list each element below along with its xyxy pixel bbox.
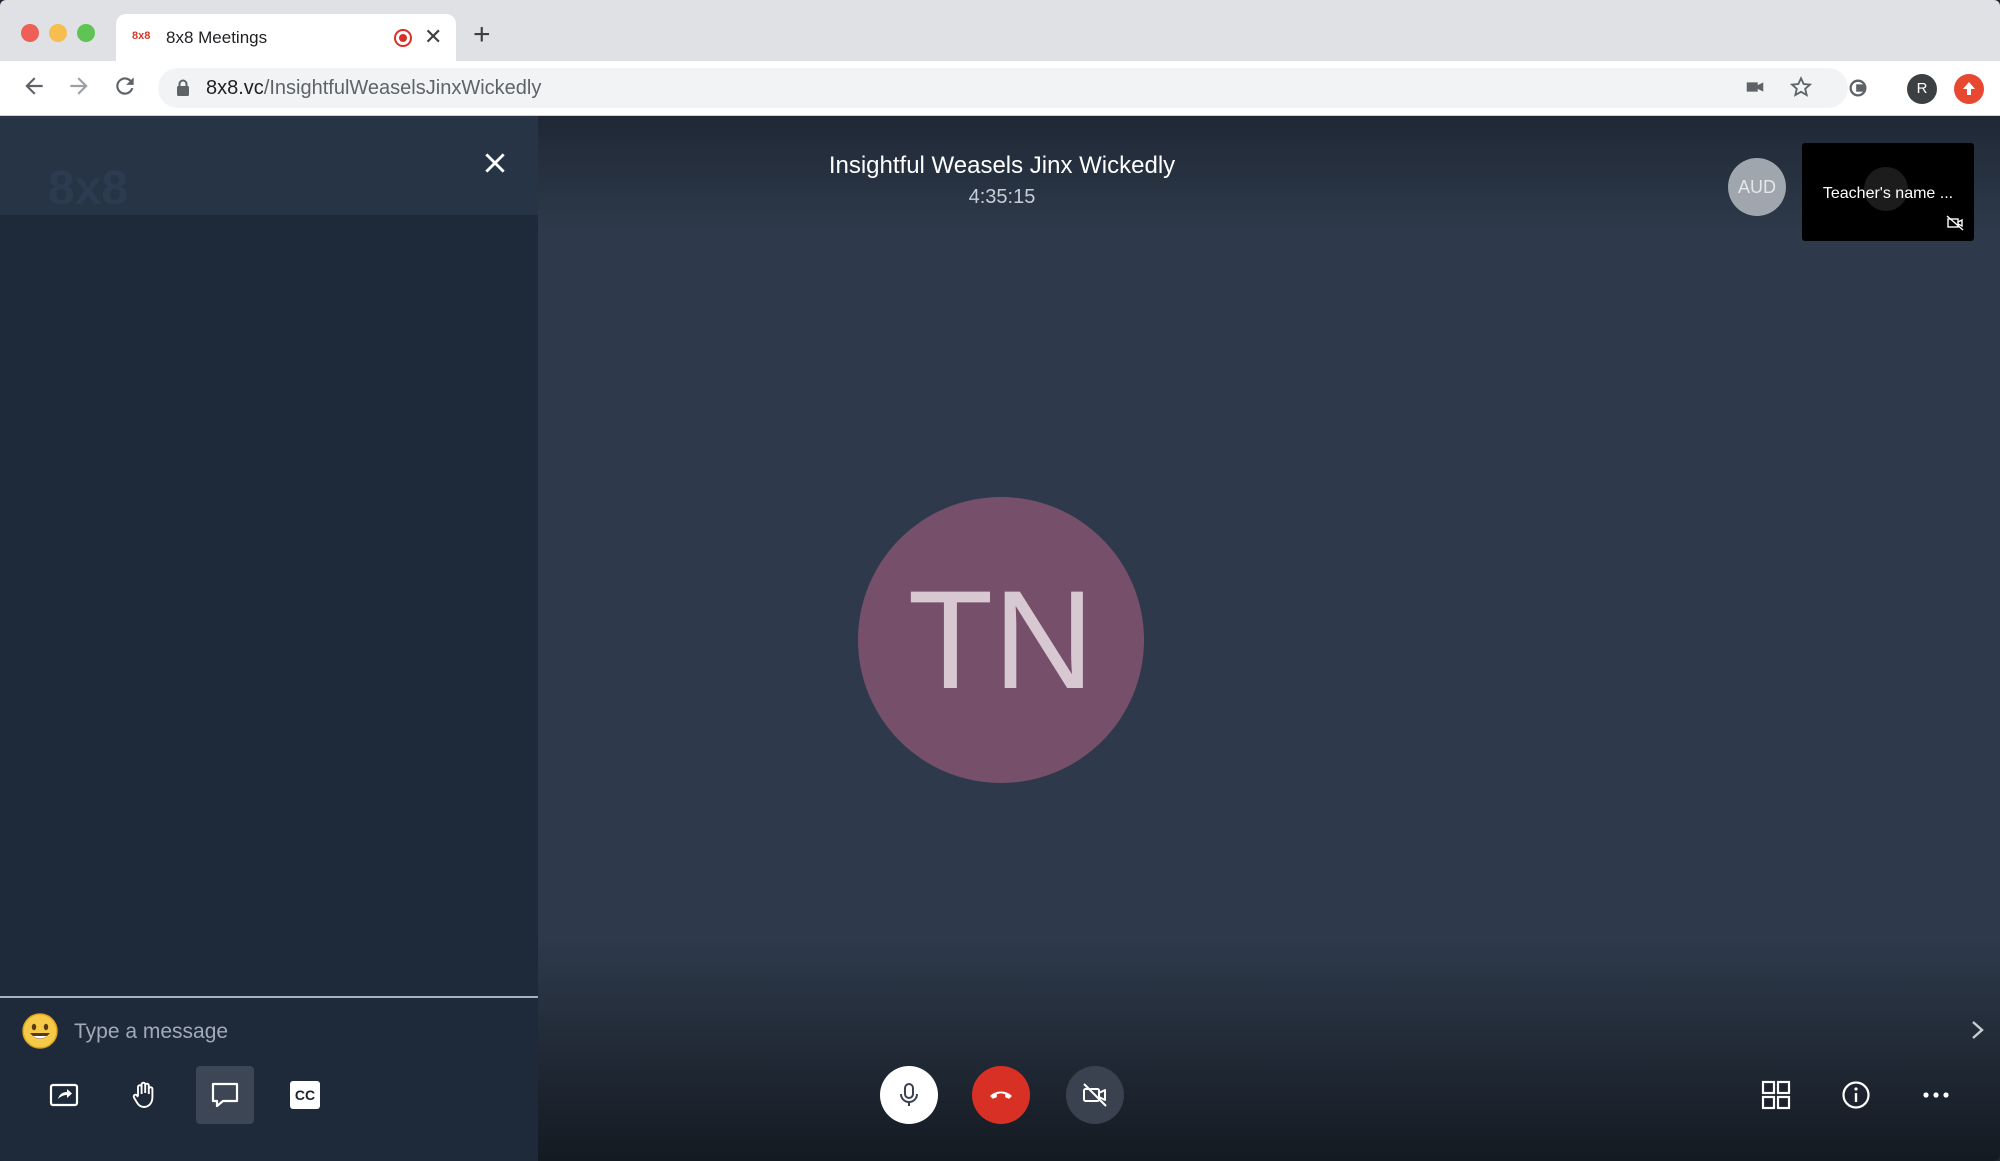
forward-arrow-icon[interactable] — [66, 73, 92, 105]
url-omnibox[interactable]: 8x8.vc/InsightfulWeaselsJinxWickedly — [158, 68, 1848, 108]
tab-close-icon[interactable]: ✕ — [424, 24, 442, 50]
share-screen-icon — [49, 1083, 79, 1107]
close-chat-icon[interactable] — [482, 150, 508, 183]
share-screen-button[interactable] — [35, 1066, 93, 1124]
recording-indicator-icon — [394, 29, 412, 47]
participant-name: Teacher's name ... — [1822, 185, 1954, 202]
browser-tab-bar: 8x8 8x8 Meetings ✕ + — [0, 0, 2000, 61]
camera-icon[interactable] — [1744, 76, 1766, 103]
meeting-stage: Insightful Weasels Jinx Wickedly 4:35:15… — [49, 116, 2000, 1161]
chevron-right-icon[interactable] — [1968, 1016, 1988, 1050]
raise-hand-button[interactable] — [115, 1066, 173, 1124]
chat-message-input[interactable] — [74, 1012, 514, 1052]
info-icon — [1842, 1081, 1870, 1109]
url-host: 8x8.vc — [206, 77, 264, 99]
lock-icon — [177, 79, 189, 96]
chat-icon — [211, 1082, 239, 1108]
info-button[interactable] — [1827, 1066, 1885, 1124]
hang-up-button[interactable] — [972, 1066, 1030, 1124]
url-text: 8x8.vc/InsightfulWeaselsJinxWickedly — [206, 77, 541, 100]
tile-view-button[interactable] — [1747, 1066, 1805, 1124]
closed-captions-button[interactable]: CC — [276, 1066, 334, 1124]
star-icon[interactable] — [1789, 76, 1813, 103]
browser-address-bar: 8x8.vc/InsightfulWeaselsJinxWickedly R — [0, 61, 2000, 116]
meeting-timer: 4:35:15 — [968, 186, 1036, 208]
back-arrow-icon[interactable] — [21, 73, 47, 105]
window-minimize-button[interactable] — [49, 24, 67, 42]
chat-panel: 8x8 — [0, 116, 538, 1161]
microphone-button[interactable] — [880, 1066, 938, 1124]
update-icon[interactable] — [1954, 74, 1984, 104]
participant-thumbnail[interactable]: Teacher's name ... — [1802, 143, 1974, 241]
more-options-button[interactable] — [1907, 1066, 1965, 1124]
camera-toggle-button[interactable] — [1066, 1066, 1124, 1124]
closed-captions-icon: CC — [290, 1081, 320, 1109]
meeting-title: Insightful Weasels Jinx Wickedly — [828, 152, 1176, 179]
screen-capture-icon[interactable] — [1847, 77, 1869, 104]
brand-logo: 8x8 — [48, 162, 129, 215]
browser-tab-active[interactable]: 8x8 8x8 Meetings ✕ — [116, 14, 456, 61]
chat-panel-header: 8x8 — [0, 116, 538, 215]
profile-avatar[interactable]: R — [1907, 74, 1937, 104]
tile-view-icon — [1761, 1080, 1791, 1110]
window-close-button[interactable] — [21, 24, 39, 42]
more-options-icon — [1923, 1092, 1949, 1098]
app-window: 8x8 8x8 Meetings ✕ + 8x8.vc/InsightfulWe… — [0, 0, 2000, 1161]
favicon-icon: 8x8 — [132, 30, 151, 42]
stage-bottom-gradient — [538, 936, 2000, 1161]
camera-off-icon — [1946, 215, 1964, 231]
microphone-icon — [900, 1083, 918, 1106]
raise-hand-icon — [132, 1081, 154, 1108]
hang-up-icon — [990, 1091, 1012, 1099]
tab-title: 8x8 Meetings — [166, 28, 268, 47]
reload-icon[interactable] — [112, 73, 138, 105]
url-path: /InsightfulWeaselsJinxWickedly — [263, 77, 542, 99]
chat-input-row — [0, 996, 538, 1068]
main-participant-avatar: TN — [858, 497, 1144, 783]
camera-off-icon — [1083, 1083, 1107, 1107]
emoji-picker-icon[interactable] — [21, 1012, 59, 1050]
chat-toggle-button[interactable] — [196, 1066, 254, 1124]
new-tab-button[interactable]: + — [473, 20, 491, 50]
window-zoom-button[interactable] — [77, 24, 95, 42]
audio-only-badge: AUD — [1728, 158, 1786, 216]
